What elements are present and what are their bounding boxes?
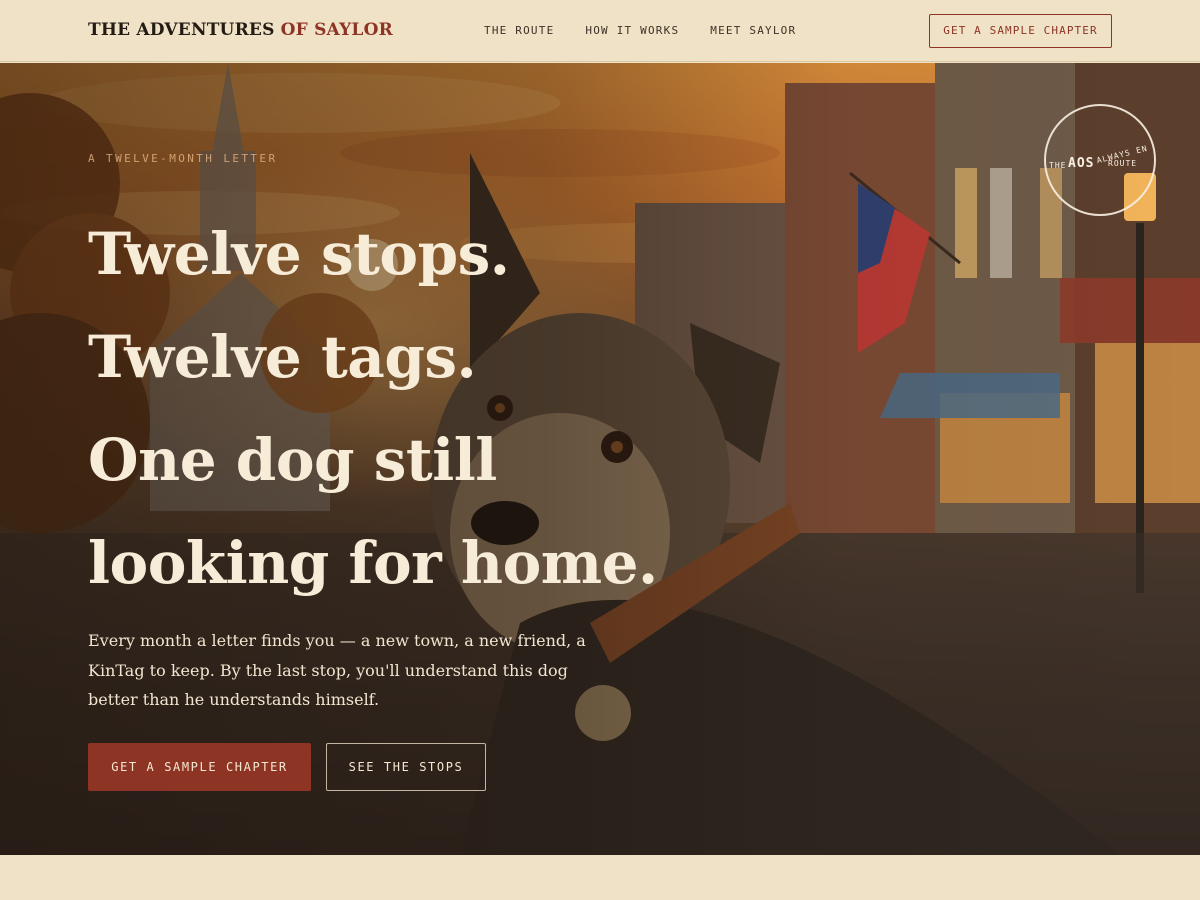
below-hero-strip [0, 855, 1200, 900]
always-en-route-stamp: THE AOS ALWAYS EN ROUTE [1044, 104, 1156, 216]
headline-line-4: looking for home. [88, 529, 658, 597]
hero-section: A TWELVE-MONTH LETTER Twelve stops. Twel… [0, 63, 1200, 855]
stamp-bottom-text: ROUTE [1108, 159, 1138, 168]
hero-lede: Every month a letter finds you — a new t… [88, 631, 586, 709]
hero-eyebrow: A TWELVE-MONTH LETTER [88, 152, 278, 165]
stamp-main-text: AOS [1068, 156, 1095, 171]
nav-sample-chapter-button[interactable]: GET A SAMPLE CHAPTER [929, 14, 1112, 48]
brand-accent-text: OF SAYLOR [280, 20, 393, 40]
nav-link-meet-saylor[interactable]: MEET SAYLOR [710, 24, 796, 37]
top-nav: THE ADVENTURES OF SAYLOR THE ROUTE HOW I… [0, 0, 1200, 62]
headline-line-3: One dog still [88, 426, 497, 494]
hero-see-stops-button[interactable]: SEE THE STOPS [326, 743, 486, 791]
nav-link-how-it-works[interactable]: HOW IT WORKS [585, 24, 679, 37]
hero-headline: Twelve stops. Twelve tags. One dog still… [88, 203, 658, 615]
hero-sample-chapter-button[interactable]: GET A SAMPLE CHAPTER [88, 743, 311, 791]
headline-line-2: Twelve tags. [88, 323, 477, 391]
brand-logo[interactable]: THE ADVENTURES OF SAYLOR [88, 20, 393, 40]
stamp-left-text: THE [1049, 161, 1067, 170]
brand-main-text: THE ADVENTURES [88, 20, 281, 40]
headline-line-1: Twelve stops. [88, 220, 510, 288]
nav-link-the-route[interactable]: THE ROUTE [484, 24, 554, 37]
nav-links: THE ROUTE HOW IT WORKS MEET SAYLOR [484, 24, 796, 37]
